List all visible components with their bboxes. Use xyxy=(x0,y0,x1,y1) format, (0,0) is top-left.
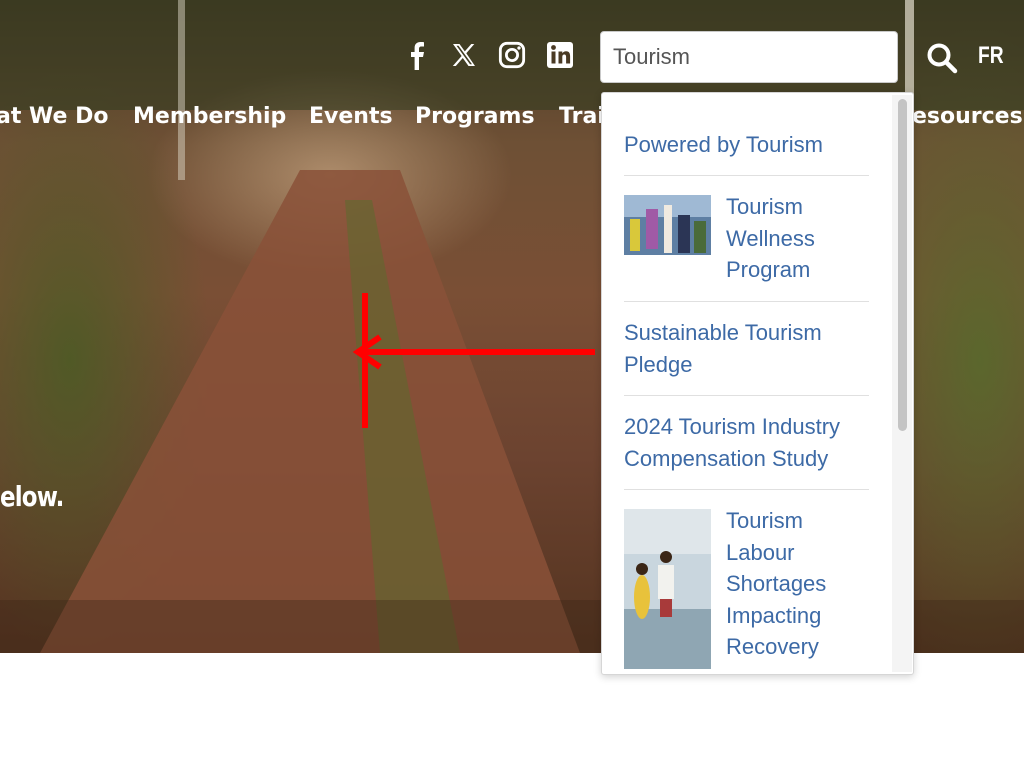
result-thumbnail-image xyxy=(624,195,711,255)
result-title: Tourism Labour Shortages Impacting Recov… xyxy=(726,508,827,659)
nav-item-events[interactable]: Events xyxy=(309,100,393,134)
result-title: Tourism Wellness Program xyxy=(726,194,815,282)
search-result-item[interactable]: Sustainable Tourism Pledge xyxy=(624,317,869,380)
hero-partial-text: elow. xyxy=(0,480,64,513)
facebook-icon[interactable] xyxy=(402,40,430,70)
nav-item-programs[interactable]: Programs xyxy=(415,100,535,134)
divider xyxy=(624,301,869,302)
result-thumbnail-image xyxy=(624,509,711,669)
dropdown-scrollbar-thumb[interactable] xyxy=(898,99,907,431)
search-suggestions-dropdown: Powered by Tourism Tourism Wellness Prog… xyxy=(601,92,914,675)
social-links xyxy=(402,40,574,70)
search-result-item[interactable]: Tourism Wellness Program xyxy=(624,191,869,286)
nav-item-training[interactable]: Trai xyxy=(559,100,605,134)
instagram-icon[interactable] xyxy=(498,40,526,70)
language-toggle-fr[interactable]: FR xyxy=(978,42,1004,70)
linkedin-icon[interactable] xyxy=(546,40,574,70)
divider xyxy=(624,395,869,396)
nav-item-membership[interactable]: Membership xyxy=(133,100,286,134)
search-input[interactable] xyxy=(600,31,898,83)
search-result-item[interactable]: Powered by Tourism xyxy=(624,129,869,161)
nav-item-resources[interactable]: esources xyxy=(912,100,1023,134)
search-icon[interactable] xyxy=(926,42,958,74)
nav-item-what-we-do[interactable]: at We Do xyxy=(0,100,108,134)
search-result-item[interactable]: 2024 Tourism Industry Compensation Study xyxy=(624,411,869,474)
x-twitter-icon[interactable] xyxy=(450,40,478,70)
divider xyxy=(624,489,869,490)
search-result-item[interactable]: Tourism Labour Shortages Impacting Recov… xyxy=(624,505,869,669)
divider xyxy=(624,175,869,176)
